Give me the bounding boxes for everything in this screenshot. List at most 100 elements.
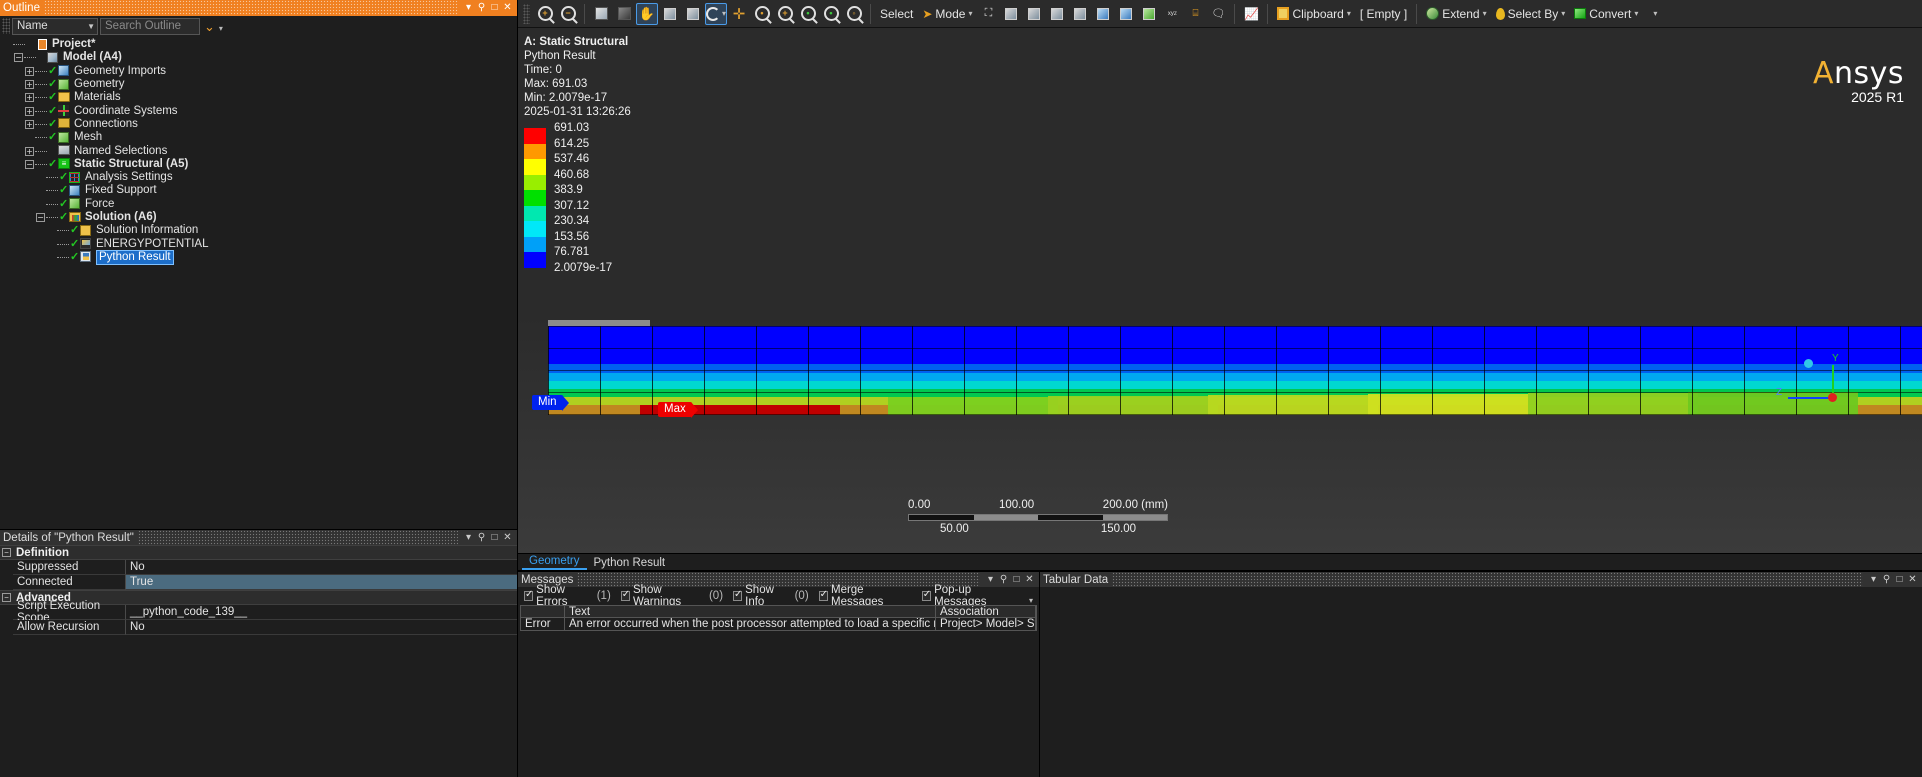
checkbox-icon[interactable] [620, 589, 630, 601]
sidebar-item-static-structural-a5[interactable]: − ✓ ≡ Static Structural (A5) [0, 158, 517, 171]
tab-geometry[interactable]: Geometry [522, 554, 587, 570]
comment-icon[interactable]: 🗨 [1207, 3, 1229, 25]
details-property-value[interactable]: __python_code_139__ [126, 605, 517, 620]
box-copy-icon[interactable] [659, 3, 681, 25]
toolbar-overflow-icon[interactable]: ▾ [1653, 9, 1657, 18]
sidebar-item-project[interactable]: Project* [0, 38, 517, 51]
collapse-icon[interactable]: − [0, 591, 13, 604]
collapse-icon[interactable]: − [14, 53, 23, 63]
model-contour-beam[interactable] [548, 326, 1922, 415]
details-grid[interactable]: − Definition Suppressed No Connected True − Adv… [0, 545, 517, 777]
sidebar-item-solution-information[interactable]: ✓ Solution Information [0, 224, 517, 237]
messages-pin-icon[interactable]: ⚲ [997, 574, 1010, 585]
rotate-icon[interactable]: ▾ [705, 2, 727, 25]
expand-icon[interactable]: + [25, 80, 34, 90]
tabular-data-grid[interactable] [1040, 587, 1922, 777]
search-overflow-caret-icon[interactable]: ▾ [219, 24, 223, 35]
collapse-icon[interactable]: − [25, 159, 34, 169]
vertex-select-icon[interactable] [1000, 3, 1022, 25]
box-paste-icon[interactable] [682, 3, 704, 25]
tabular-close-icon[interactable]: ✕ [1906, 574, 1919, 585]
measure-icon[interactable]: ⌸ [1184, 3, 1206, 25]
outline-tree[interactable]: Project* − Model (A4) + ✓ Geometry Imports + ✓ G… [0, 36, 517, 529]
select-by-button[interactable]: Select By ▾ [1492, 7, 1570, 21]
solid-cube-light-icon[interactable] [590, 3, 612, 25]
sidebar-item-python-result[interactable]: ✓ Python Result [0, 249, 517, 265]
pan-icon[interactable]: ✛ [728, 3, 750, 25]
node-select-icon[interactable] [1092, 3, 1114, 25]
tabular-pin-icon[interactable]: ⚲ [1880, 574, 1893, 585]
details-property-value[interactable]: True [126, 575, 517, 590]
magnify-green-2-icon[interactable]: • [820, 3, 842, 25]
sidebar-item-solution-a6[interactable]: − ✓ Solution (A6) [0, 211, 517, 224]
outline-maximize-icon[interactable]: □ [488, 3, 501, 13]
mesh-select-icon[interactable] [1138, 3, 1160, 25]
sidebar-item-coordinate-systems[interactable]: + ✓ Coordinate Systems [0, 104, 517, 117]
zoom-out-icon[interactable]: − [557, 3, 579, 25]
expand-icon[interactable]: + [25, 146, 34, 156]
select-all-icon[interactable]: ⛶ [977, 3, 999, 25]
details-property-value[interactable]: No [126, 620, 517, 635]
details-row[interactable]: Suppressed No [0, 560, 517, 575]
expand-icon[interactable]: + [25, 93, 34, 103]
sidebar-item-materials[interactable]: + ✓ Materials [0, 91, 517, 104]
graphics-viewport[interactable]: A: Static Structural Python Result Time:… [518, 28, 1922, 553]
details-row[interactable]: Connected True [0, 575, 517, 590]
checkbox-icon[interactable] [733, 589, 743, 601]
sidebar-item-force[interactable]: ✓ Force [0, 198, 517, 211]
outline-dropdown-icon[interactable]: ▾ [462, 3, 475, 13]
messages-dropdown-icon[interactable]: ▾ [984, 574, 997, 585]
details-row[interactable]: Script Execution Scope __python_code_139_… [0, 600, 517, 624]
collapse-icon[interactable]: − [0, 546, 13, 559]
details-maximize-icon[interactable]: □ [488, 532, 501, 543]
orientation-triad[interactable]: Y Z [1770, 353, 1850, 425]
max-probe-tag[interactable]: Max [658, 402, 698, 418]
expand-icon[interactable]: + [25, 106, 34, 116]
outline-pin-icon[interactable]: ⚲ [475, 3, 488, 13]
messages-close-icon[interactable]: ✕ [1023, 574, 1036, 585]
sidebar-item-named-selections[interactable]: + Named Selections [0, 144, 517, 157]
outline-filter-combo[interactable]: Name ▼ [12, 17, 98, 35]
sidebar-item-fixed-support[interactable]: ✓ Fixed Support [0, 184, 517, 197]
collapse-icon[interactable]: − [36, 213, 45, 222]
tabular-maximize-icon[interactable]: □ [1893, 574, 1906, 585]
magnify-fit-icon[interactable]: ◦ [843, 3, 865, 25]
contour-legend[interactable]: 691.03 614.25 537.46 460.68 383.9 307.12 230.3… [524, 122, 612, 283]
checkbox-icon[interactable] [921, 589, 931, 601]
outline-close-icon[interactable]: ✕ [501, 3, 514, 13]
solid-cube-dark-icon[interactable] [613, 3, 635, 25]
convert-button[interactable]: Convert ▾ [1570, 7, 1642, 21]
details-group-header[interactable]: − Definition [0, 545, 517, 560]
sidebar-item-model-a4[interactable]: − Model (A4) [0, 51, 517, 64]
messages-maximize-icon[interactable]: □ [1010, 574, 1023, 585]
body-select-icon[interactable] [1069, 3, 1091, 25]
messages-table[interactable]: Text Association Error An error occurred… [520, 605, 1037, 777]
checkbox-icon[interactable] [818, 589, 828, 601]
details-pin-icon[interactable]: ⚲ [475, 532, 488, 543]
checkbox-icon[interactable] [524, 589, 534, 601]
messages-filter-options[interactable]: Show Errors(1)Show Warnings(0)Show Info(… [518, 584, 1039, 608]
tab-python-result[interactable]: Python Result [587, 556, 673, 570]
toolbar-grip[interactable] [523, 3, 530, 24]
sidebar-item-energypotential[interactable]: ✓ ENERGYPOTENTIAL [0, 237, 517, 250]
magnify-orange-2-icon[interactable]: + [774, 3, 796, 25]
xyz-coordinate-icon[interactable]: ˣʸᶻ [1161, 3, 1183, 25]
zoom-in-icon[interactable]: + [534, 3, 556, 25]
edge-select-icon[interactable] [1023, 3, 1045, 25]
details-close-icon[interactable]: ✕ [501, 532, 514, 543]
search-expand-icon[interactable]: ⌄ [202, 20, 217, 33]
search-outline-input[interactable]: Search Outline [100, 17, 200, 35]
extend-button[interactable]: Extend ▾ [1422, 7, 1490, 21]
details-row[interactable]: Allow Recursion No [0, 620, 517, 635]
expand-icon[interactable]: + [25, 119, 34, 129]
min-probe-tag[interactable]: Min [532, 395, 568, 411]
sidebar-item-geometry[interactable]: + ✓ Geometry [0, 78, 517, 91]
magnify-green-1-icon[interactable]: • [797, 3, 819, 25]
chart-icon[interactable]: 📈 [1240, 3, 1262, 25]
expand-icon[interactable]: + [25, 66, 34, 76]
messages-overflow-icon[interactable]: ▾ [1029, 596, 1033, 605]
rotate-hand-icon[interactable]: ✋ [636, 2, 658, 25]
element-select-icon[interactable] [1115, 3, 1137, 25]
select-button[interactable]: Select [876, 7, 917, 21]
mode-button[interactable]: ➤ Mode ▾ [918, 7, 976, 21]
